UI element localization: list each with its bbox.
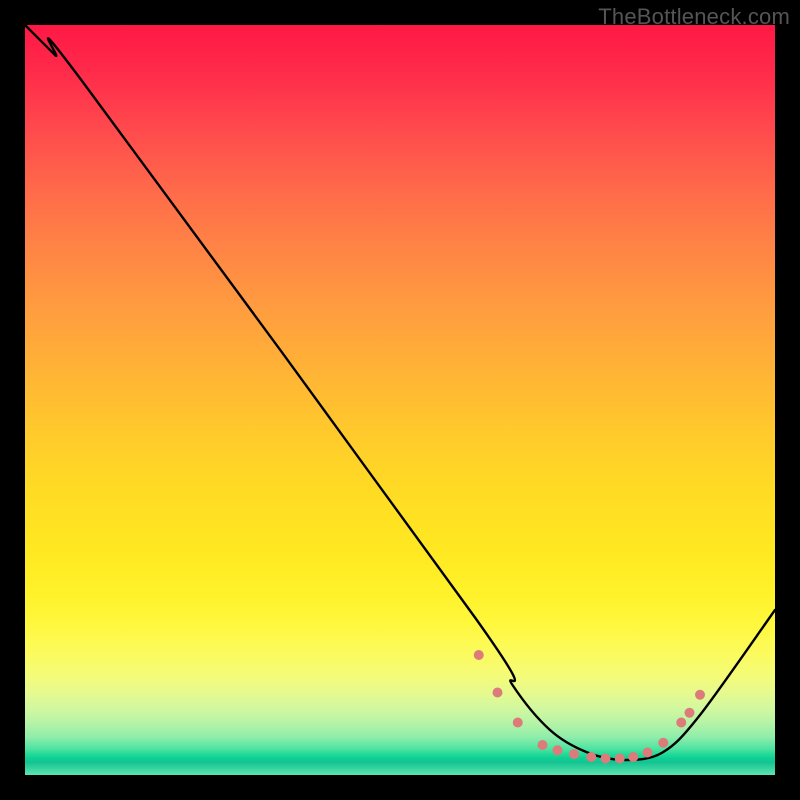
data-marker: [538, 740, 548, 750]
data-marker: [569, 749, 579, 759]
bottleneck-curve: [25, 25, 775, 760]
data-marker: [474, 650, 484, 660]
curve-svg: [25, 25, 775, 775]
data-marker: [685, 708, 695, 718]
data-marker: [493, 688, 503, 698]
plot-area: [25, 25, 775, 775]
data-marker: [643, 748, 653, 758]
data-marker: [553, 745, 563, 755]
data-marker: [628, 752, 638, 762]
data-marker: [695, 690, 705, 700]
data-marker: [586, 752, 596, 762]
data-marker: [676, 718, 686, 728]
data-marker: [615, 754, 625, 764]
data-marker: [601, 754, 611, 764]
chart-stage: TheBottleneck.com: [0, 0, 800, 800]
data-marker: [658, 738, 668, 748]
data-marker: [513, 718, 523, 728]
